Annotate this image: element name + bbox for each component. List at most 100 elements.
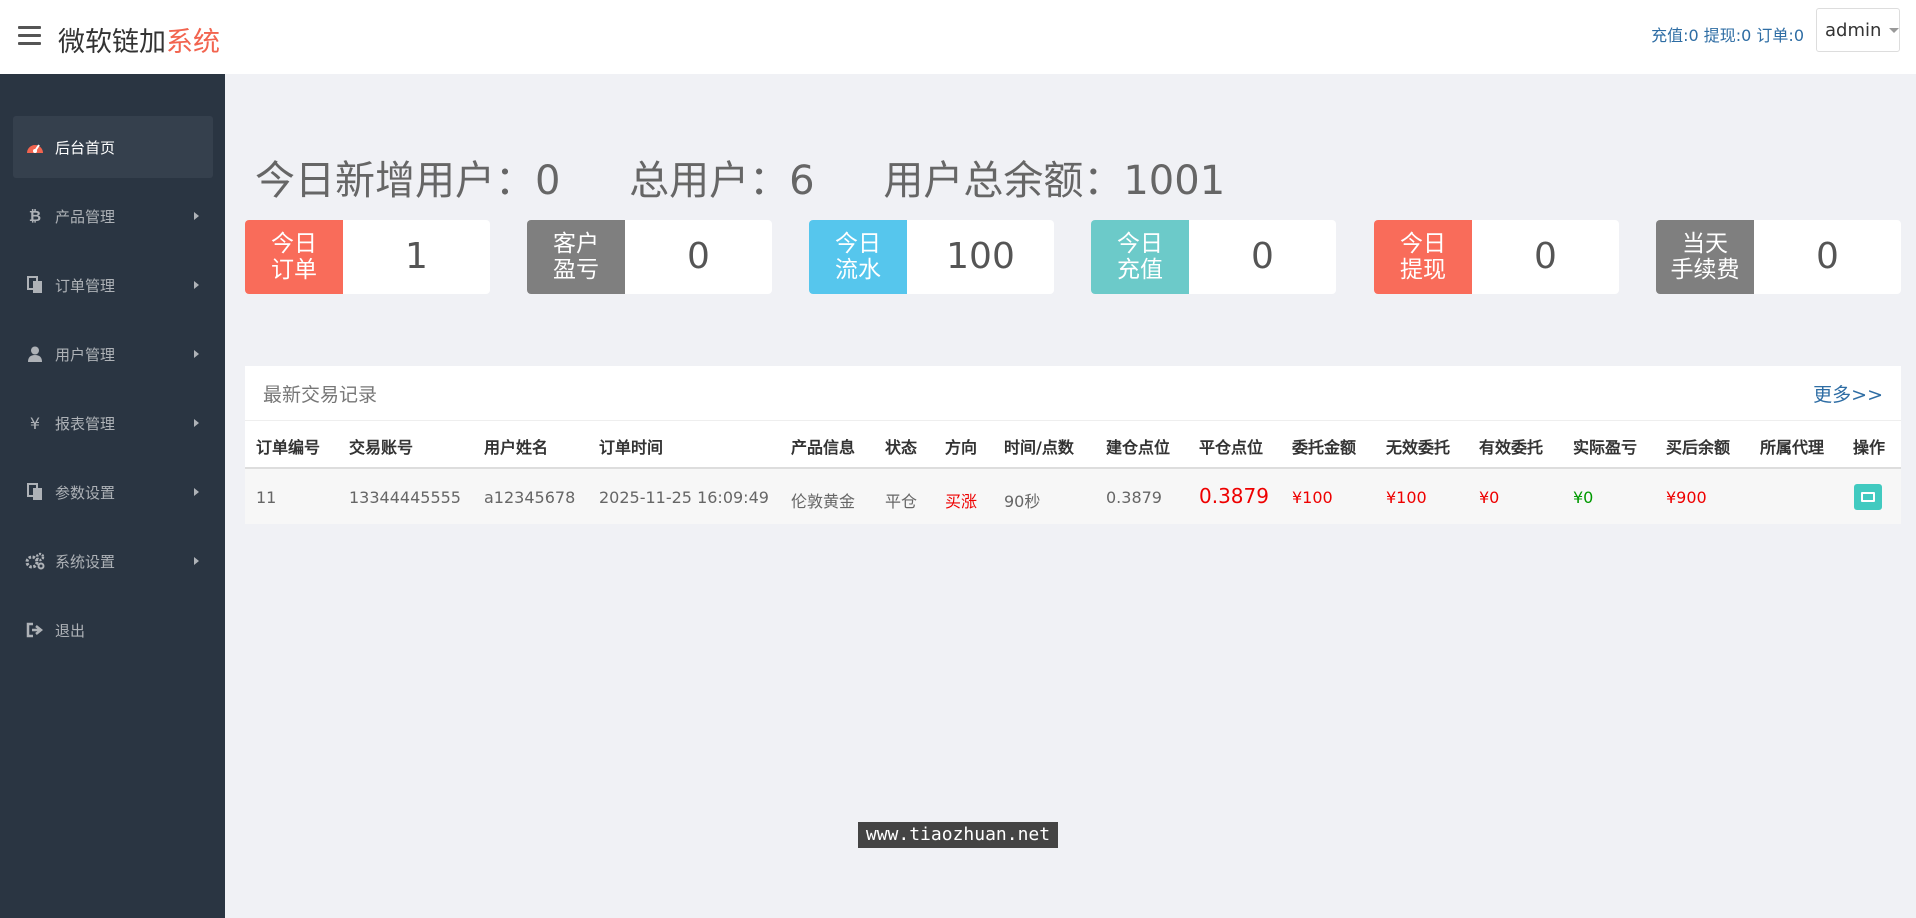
column-header: 订单时间 bbox=[599, 438, 664, 457]
sidebar-item-products[interactable]: ₿ 产品管理 bbox=[13, 185, 213, 247]
stat-value: 0 bbox=[1251, 236, 1274, 277]
caret-right-icon bbox=[194, 419, 199, 427]
sidebar-item-params[interactable]: 参数设置 bbox=[13, 461, 213, 523]
column-header: 委托金额 bbox=[1292, 438, 1357, 457]
column-header: 买后余额 bbox=[1666, 438, 1731, 457]
header-counters[interactable]: 充值:0 提现:0 订单:0 bbox=[1651, 22, 1804, 46]
user-icon bbox=[25, 344, 45, 364]
column-header: 平仓点位 bbox=[1199, 438, 1264, 457]
cell-pnl: ¥0 bbox=[1573, 488, 1594, 507]
column-header: 用户姓名 bbox=[484, 438, 549, 457]
copy-icon bbox=[25, 275, 45, 295]
caret-right-icon bbox=[194, 557, 199, 565]
stat-label: 今日 充值 bbox=[1091, 220, 1189, 294]
cell-direction: 买涨 bbox=[945, 492, 978, 511]
cell-product: 伦敦黄金 bbox=[791, 492, 856, 511]
stat-value: 0 bbox=[1816, 236, 1839, 277]
stat-card-fees: 当天 手续费 0 bbox=[1656, 220, 1901, 294]
column-header: 无效委托 bbox=[1386, 438, 1451, 457]
stat-value: 100 bbox=[946, 236, 1015, 277]
stat-card-today-withdraw: 今日 提现 0 bbox=[1374, 220, 1619, 294]
summary-line: 今日新增用户：0 总用户：6 用户总余额：1001 bbox=[255, 148, 1281, 206]
sidebar-item-orders[interactable]: 订单管理 bbox=[13, 254, 213, 316]
column-header: 建仓点位 bbox=[1106, 438, 1171, 457]
stat-card-today-recharge: 今日 充值 0 bbox=[1091, 220, 1336, 294]
sidebar-item-label: 参数设置 bbox=[55, 483, 116, 502]
caret-right-icon bbox=[194, 281, 199, 289]
sidebar-item-label: 产品管理 bbox=[55, 207, 116, 226]
cell-close-price: 0.3879 bbox=[1199, 484, 1269, 508]
brand-logo: 微软链加系统 bbox=[58, 20, 220, 59]
sidebar-item-users[interactable]: 用户管理 bbox=[13, 323, 213, 385]
sidebar-item-reports[interactable]: ¥ 报表管理 bbox=[13, 392, 213, 454]
column-header: 交易账号 bbox=[349, 438, 414, 457]
chevron-down-icon bbox=[1889, 27, 1900, 33]
stat-label: 今日 提现 bbox=[1374, 220, 1472, 294]
yen-icon: ¥ bbox=[29, 413, 41, 433]
column-header: 方向 bbox=[945, 438, 978, 457]
cell-order-time: 2025-11-25 16:09:49 bbox=[599, 488, 769, 507]
sidebar-item-label: 后台首页 bbox=[55, 138, 116, 157]
column-header: 产品信息 bbox=[791, 438, 856, 457]
watermark: www.tiaozhuan.net bbox=[858, 822, 1058, 848]
column-header: 实际盈亏 bbox=[1573, 438, 1638, 457]
stat-card-today-orders: 今日 订单 1 bbox=[245, 220, 490, 294]
brand-main: 微软链加 bbox=[58, 27, 166, 58]
cell-invalid: ¥100 bbox=[1386, 488, 1427, 507]
column-header: 订单编号 bbox=[256, 438, 321, 457]
divider bbox=[245, 420, 1901, 421]
column-header: 时间/点数 bbox=[1004, 438, 1074, 457]
sidebar-item-label: 订单管理 bbox=[55, 276, 116, 295]
column-header: 有效委托 bbox=[1479, 438, 1544, 457]
stat-label: 当天 手续费 bbox=[1656, 220, 1754, 294]
sidebar-item-label: 用户管理 bbox=[55, 345, 116, 364]
cell-amount: ¥100 bbox=[1292, 488, 1333, 507]
stat-label: 今日 订单 bbox=[245, 220, 343, 294]
stat-value: 1 bbox=[405, 236, 428, 277]
summary-total-users: 总用户：6 bbox=[629, 158, 815, 204]
stat-card-client-pnl: 客户 盈亏 0 bbox=[527, 220, 772, 294]
cell-balance-after: ¥900 bbox=[1666, 488, 1707, 507]
caret-right-icon bbox=[194, 212, 199, 220]
gears-icon bbox=[25, 551, 45, 571]
bitcoin-icon: ₿ bbox=[28, 207, 42, 225]
copy-icon bbox=[25, 482, 45, 502]
screen-icon bbox=[1861, 492, 1875, 502]
sidebar: 后台首页 ₿ 产品管理 订单管理 用户管理 ¥ 报表管理 参数设置 系统设置 退… bbox=[0, 74, 225, 918]
menu-toggle-icon[interactable] bbox=[18, 26, 41, 45]
view-detail-button[interactable] bbox=[1854, 484, 1882, 510]
top-bar: 微软链加系统 充值:0 提现:0 订单:0 admin bbox=[0, 0, 1916, 74]
cell-user-name: a12345678 bbox=[484, 488, 576, 507]
user-dropdown[interactable]: admin bbox=[1816, 8, 1900, 52]
dashboard-icon bbox=[25, 137, 45, 157]
caret-right-icon bbox=[194, 350, 199, 358]
sign-out-icon bbox=[25, 620, 45, 640]
sidebar-item-label: 退出 bbox=[55, 621, 86, 640]
stat-label: 客户 盈亏 bbox=[527, 220, 625, 294]
cell-account: 13344445555 bbox=[349, 488, 461, 507]
caret-right-icon bbox=[194, 488, 199, 496]
sidebar-item-dashboard[interactable]: 后台首页 bbox=[13, 116, 213, 178]
summary-new-users: 今日新增用户：0 bbox=[255, 158, 561, 204]
cell-open-price: 0.3879 bbox=[1106, 488, 1162, 507]
column-header: 所属代理 bbox=[1760, 438, 1825, 457]
cell-status: 平仓 bbox=[885, 492, 918, 511]
stat-card-today-flow: 今日 流水 100 bbox=[809, 220, 1054, 294]
column-header: 状态 bbox=[885, 438, 918, 457]
sidebar-item-logout[interactable]: 退出 bbox=[13, 599, 213, 661]
stat-value: 0 bbox=[687, 236, 710, 277]
user-name: admin bbox=[1825, 19, 1882, 41]
cell-valid: ¥0 bbox=[1479, 488, 1500, 507]
stat-value: 0 bbox=[1534, 236, 1557, 277]
column-header: 操作 bbox=[1853, 438, 1886, 457]
panel-title: 最新交易记录 bbox=[263, 384, 378, 406]
brand-accent: 系统 bbox=[166, 27, 220, 58]
cell-order-id: 11 bbox=[256, 488, 277, 507]
more-link[interactable]: 更多>> bbox=[1813, 380, 1883, 407]
stat-label: 今日 流水 bbox=[809, 220, 907, 294]
summary-total-balance: 用户总余额：1001 bbox=[883, 158, 1226, 204]
cell-duration: 90秒 bbox=[1004, 492, 1041, 511]
sidebar-item-label: 系统设置 bbox=[55, 552, 116, 571]
sidebar-item-system[interactable]: 系统设置 bbox=[13, 530, 213, 592]
sidebar-item-label: 报表管理 bbox=[55, 414, 116, 433]
